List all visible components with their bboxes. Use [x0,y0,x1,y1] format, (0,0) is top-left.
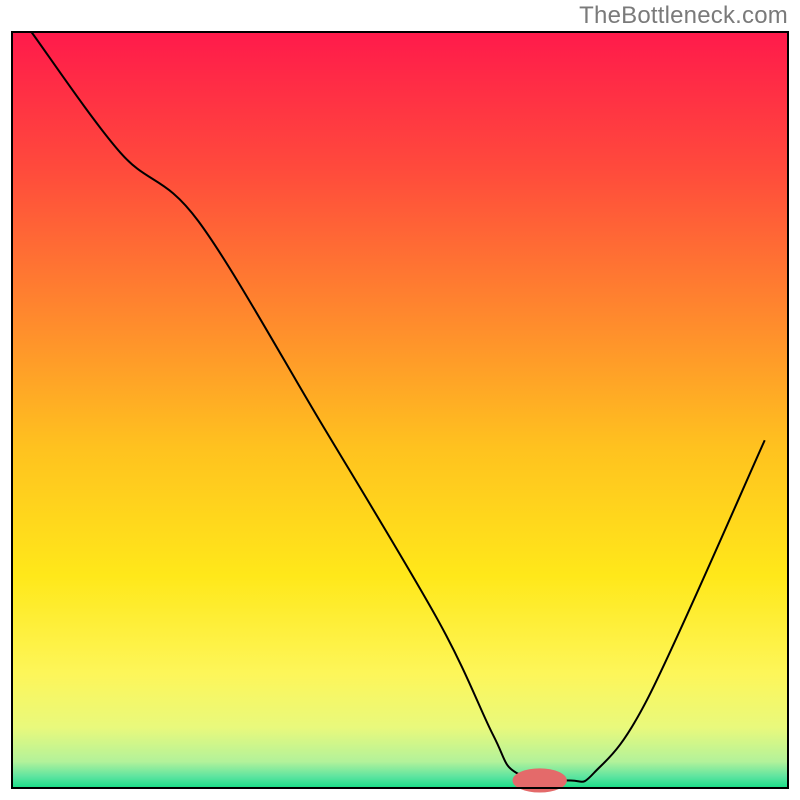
watermark-text: TheBottleneck.com [579,2,788,30]
chart-background [12,32,788,788]
bottleneck-chart [0,0,800,800]
